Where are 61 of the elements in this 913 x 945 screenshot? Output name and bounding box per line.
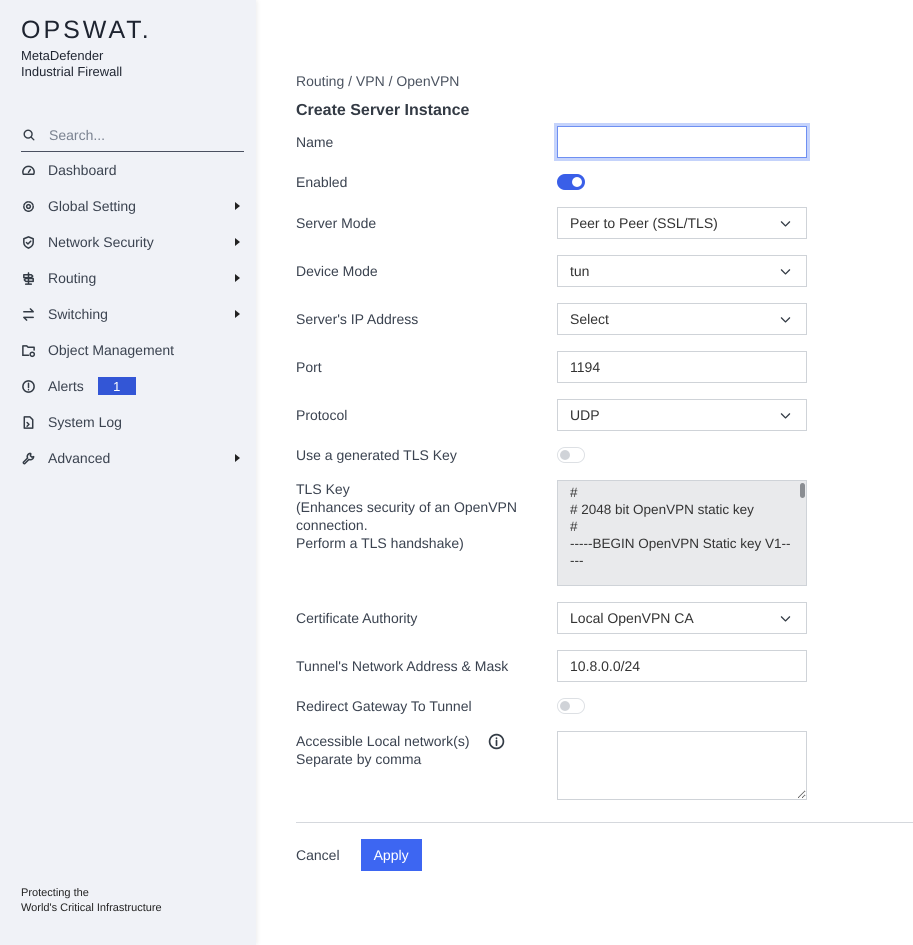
- field-label: TLS Key: [296, 481, 350, 498]
- field-label: Server's IP Address: [296, 311, 418, 328]
- toggle-switch[interactable]: [557, 174, 585, 190]
- scrollbar-thumb: [800, 483, 805, 498]
- gear-icon: [21, 198, 36, 214]
- caret-icon: [235, 274, 240, 282]
- apply-button[interactable]: Apply: [360, 839, 422, 871]
- sidebar-item[interactable]: Switching: [21, 296, 244, 332]
- input-field[interactable]: 1194: [557, 351, 807, 383]
- caret-icon: [235, 202, 240, 210]
- product-name: MetaDefender Industrial Firewall: [21, 48, 122, 80]
- sidebar-item[interactable]: Network Security: [21, 224, 244, 260]
- shield-icon: [21, 234, 36, 250]
- field-label: Redirect Gateway To Tunnel: [296, 698, 472, 715]
- field-label: Use a generated TLS Key: [296, 447, 457, 464]
- cancel-button[interactable]: Cancel: [296, 847, 340, 863]
- tagline: Protecting the World's Critical Infrastructure: [21, 886, 162, 916]
- field-label: Enabled: [296, 174, 348, 191]
- sidebar-item[interactable]: Routing: [21, 260, 244, 296]
- dropdown[interactable]: Select: [557, 303, 807, 335]
- sidebar-item[interactable]: Advanced: [21, 440, 244, 476]
- input-field[interactable]: 10.8.0.0/24: [557, 650, 807, 682]
- key-text: # # 2048 bit OpenVPN static key # -----BEGIN OpenVPN Static key V1-- ---: [570, 484, 791, 569]
- logo: OPSWAT.: [21, 16, 152, 44]
- field-label: Certificate Authority: [296, 610, 418, 627]
- field-label: Server Mode: [296, 215, 376, 232]
- document-icon: [21, 414, 36, 430]
- wrench-icon: [21, 450, 36, 466]
- speedometer-icon: [21, 162, 36, 178]
- caret-icon: [235, 454, 240, 462]
- text-area[interactable]: [557, 731, 807, 800]
- swap-arrows-icon: [21, 306, 36, 322]
- input-field[interactable]: [557, 126, 807, 158]
- search-field[interactable]: Search...: [49, 126, 229, 142]
- field-label: Name: [296, 134, 334, 151]
- field-label: Accessible Local network(s): [296, 733, 470, 750]
- search-icon: [22, 128, 36, 142]
- dropdown[interactable]: Local OpenVPN CA: [557, 602, 807, 634]
- dropdown[interactable]: Peer to Peer (SSL/TLS): [557, 207, 807, 239]
- sidebar-item[interactable]: System Log: [21, 404, 244, 440]
- breadcrumb: Routing / VPN / OpenVPN: [296, 73, 460, 89]
- dropdown[interactable]: tun: [557, 255, 807, 287]
- caret-icon: [235, 238, 240, 246]
- field-label: Tunnel's Network Address & Mask: [296, 658, 508, 675]
- folder-gear-icon: [21, 342, 36, 358]
- sidebar-item[interactable]: Dashboard: [21, 152, 244, 188]
- field-label: Protocol: [296, 407, 348, 424]
- dropdown[interactable]: UDP: [557, 399, 807, 431]
- alert-count-badge: 1: [98, 377, 136, 395]
- exclamation-circle-icon: [21, 378, 36, 394]
- sidebar-item[interactable]: Alerts 1: [21, 368, 244, 404]
- field-label: Port: [296, 359, 322, 376]
- key-text-area[interactable]: # # 2048 bit OpenVPN static key # -----BEGIN OpenVPN Static key V1-- ---: [557, 480, 807, 586]
- form-title: Create Server Instance: [296, 102, 470, 120]
- sidebar-item[interactable]: Object Management: [21, 332, 244, 368]
- caret-icon: [235, 310, 240, 318]
- field-hint: (Enhances security of an OpenVPN connection. Perform a TLS handshake): [296, 498, 518, 552]
- field-label: Device Mode: [296, 263, 378, 280]
- signpost-icon: [21, 270, 36, 286]
- sidebar-item[interactable]: Global Setting: [21, 188, 244, 224]
- field-hint: Separate by comma: [296, 750, 422, 768]
